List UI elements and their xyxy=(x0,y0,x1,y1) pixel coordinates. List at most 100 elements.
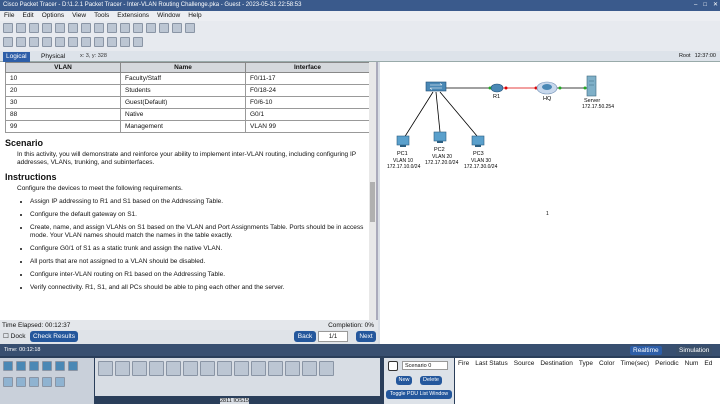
end-devices-category-icon[interactable] xyxy=(3,377,13,387)
connections-category-icon[interactable] xyxy=(29,377,39,387)
pc1-icon[interactable] xyxy=(396,135,410,147)
router-model-icon[interactable] xyxy=(183,361,198,376)
tab-physical[interactable]: Physical xyxy=(38,52,68,62)
router-model-icon[interactable] xyxy=(285,361,300,376)
link-s1-pc3 xyxy=(439,91,478,137)
router-model-icon[interactable] xyxy=(319,361,334,376)
router-model-icon[interactable] xyxy=(268,361,283,376)
link-status-dot xyxy=(558,86,562,90)
zoom-reset-icon[interactable] xyxy=(146,23,156,33)
pc2-icon[interactable] xyxy=(433,131,447,143)
inspect-icon[interactable] xyxy=(16,37,26,47)
router-model-icon[interactable] xyxy=(302,361,317,376)
router-model-icon[interactable] xyxy=(115,361,130,376)
maximize-icon[interactable]: □ xyxy=(703,0,707,11)
router-model-icon[interactable] xyxy=(234,361,249,376)
redo-icon[interactable] xyxy=(120,23,130,33)
hubs-category-icon[interactable] xyxy=(29,361,39,371)
interface-cell: F0/18-24 xyxy=(245,84,370,97)
realtime-button[interactable]: Realtime xyxy=(630,346,662,355)
complex-pdu-icon[interactable] xyxy=(133,37,143,47)
instructions-scrollbar[interactable] xyxy=(369,62,376,320)
custom-device-icon[interactable] xyxy=(185,23,195,33)
router-model-icon[interactable] xyxy=(166,361,181,376)
hq-cloud-icon[interactable] xyxy=(536,81,558,95)
select-icon[interactable] xyxy=(3,37,13,47)
toggle-pdu-list-button[interactable]: Toggle PDU List Window xyxy=(386,390,452,399)
minimize-icon[interactable]: – xyxy=(694,0,697,11)
sim-time: Time: 00:12:18 xyxy=(4,347,41,353)
paste-icon[interactable] xyxy=(94,23,104,33)
switches-category-icon[interactable] xyxy=(16,361,26,371)
scenario-heading: Scenario xyxy=(5,138,44,148)
router-r1-icon[interactable] xyxy=(490,83,504,93)
delete-scenario-button[interactable]: Delete xyxy=(420,376,442,385)
drawing-palette-icon[interactable] xyxy=(172,23,182,33)
window-title: Cisco Packet Tracer - D:\1.2.1 Packet Tr… xyxy=(3,2,302,8)
line-icon[interactable] xyxy=(68,37,78,47)
network-info-icon[interactable] xyxy=(68,23,78,33)
resize-icon[interactable] xyxy=(42,37,52,47)
print-icon[interactable] xyxy=(42,23,52,33)
menu-edit[interactable]: Edit xyxy=(22,11,33,21)
pc3-label: PC3 xyxy=(473,151,484,157)
router-model-icon[interactable] xyxy=(149,361,164,376)
pdu-col-type: Type xyxy=(578,360,593,367)
open-file-icon[interactable] xyxy=(16,23,26,33)
close-icon[interactable]: ✕ xyxy=(713,0,718,11)
pc3-icon[interactable] xyxy=(471,135,485,147)
instructions-intro: Configure the devices to meet the follow… xyxy=(17,185,183,192)
rectangle-icon[interactable] xyxy=(81,37,91,47)
router-model-icon[interactable] xyxy=(200,361,215,376)
security-category-icon[interactable] xyxy=(55,361,65,371)
components-category-icon[interactable] xyxy=(16,377,26,387)
menu-file[interactable]: File xyxy=(4,11,14,21)
time-bar: Time: 00:12:18 Realtime Simulation xyxy=(0,344,720,356)
dock-checkbox[interactable]: ☐ Dock xyxy=(3,332,25,340)
menu-help[interactable]: Help xyxy=(188,11,201,21)
routers-category-icon[interactable] xyxy=(3,361,13,371)
note-icon[interactable] xyxy=(55,37,65,47)
multiuser-category-icon[interactable] xyxy=(55,377,65,387)
scenario-select[interactable]: Scenario 0 xyxy=(402,361,448,370)
menu-window[interactable]: Window xyxy=(157,11,180,21)
router-model-icon[interactable] xyxy=(251,361,266,376)
tab-logical[interactable]: Logical xyxy=(3,52,30,62)
menu-options[interactable]: Options xyxy=(42,11,64,21)
menu-view[interactable]: View xyxy=(72,11,86,21)
router-model-icon[interactable] xyxy=(98,361,113,376)
wan-emulation-category-icon[interactable] xyxy=(68,361,78,371)
router-model-icon[interactable] xyxy=(132,361,147,376)
freeform-icon[interactable] xyxy=(107,37,117,47)
save-icon[interactable] xyxy=(29,23,39,33)
table-row: 99 Management VLAN 99 xyxy=(5,120,370,133)
new-scenario-button[interactable]: New xyxy=(396,376,412,385)
router-model-icon[interactable] xyxy=(217,361,232,376)
zoom-out-icon[interactable] xyxy=(159,23,169,33)
check-results-button[interactable]: Check Results xyxy=(30,331,78,342)
scenario-text: In this activity, you will demonstrate a… xyxy=(17,151,357,166)
zoom-in-icon[interactable] xyxy=(133,23,143,33)
switch-s1-icon[interactable] xyxy=(425,81,447,92)
next-button[interactable]: Next xyxy=(356,331,376,342)
logical-workspace[interactable]: R1 HQ Server 172.17.50.254 PC1 VLAN 10 1… xyxy=(380,62,720,344)
undo-icon[interactable] xyxy=(107,23,117,33)
misc-category-icon[interactable] xyxy=(42,377,52,387)
delete-icon[interactable] xyxy=(29,37,39,47)
scrollbar-thumb[interactable] xyxy=(370,182,375,222)
simple-pdu-icon[interactable] xyxy=(120,37,130,47)
new-file-icon[interactable] xyxy=(3,23,13,33)
root-label[interactable]: Root xyxy=(679,53,691,59)
wireless-category-icon[interactable] xyxy=(42,361,52,371)
server-icon[interactable] xyxy=(586,75,597,97)
ellipse-icon[interactable] xyxy=(94,37,104,47)
copy-icon[interactable] xyxy=(81,23,91,33)
time-elapsed: Time Elapsed: 00:12:37 xyxy=(2,322,71,329)
activity-wizard-icon[interactable] xyxy=(55,23,65,33)
menu-extensions[interactable]: Extensions xyxy=(117,11,149,21)
menu-tools[interactable]: Tools xyxy=(94,11,109,21)
simulation-button[interactable]: Simulation xyxy=(676,346,713,355)
server-ip: 172.17.50.254 xyxy=(582,104,614,110)
lightning-icon[interactable] xyxy=(388,361,398,371)
back-button[interactable]: Back xyxy=(294,331,316,342)
